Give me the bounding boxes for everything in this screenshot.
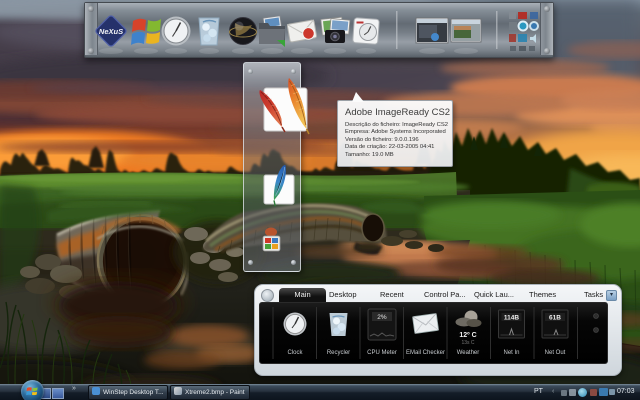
svg-text:12º C: 12º C [459,332,476,339]
svg-text:Clock: Clock [287,350,303,356]
svg-text:114B: 114B [504,315,519,322]
svg-text:Net Out: Net Out [545,350,566,356]
svg-text:Recycler: Recycler [327,350,350,356]
svg-text:Net In: Net In [503,350,519,356]
svg-text:61B: 61B [549,315,561,322]
svg-text:CPU Meter: CPU Meter [367,350,397,356]
svg-text:Weather: Weather [457,350,480,356]
svg-text:2%: 2% [377,314,387,321]
svg-text:13s C: 13s C [461,340,474,346]
svg-text:EMail Checker: EMail Checker [406,350,445,356]
svg-text:NeXuS: NeXuS [99,27,123,36]
